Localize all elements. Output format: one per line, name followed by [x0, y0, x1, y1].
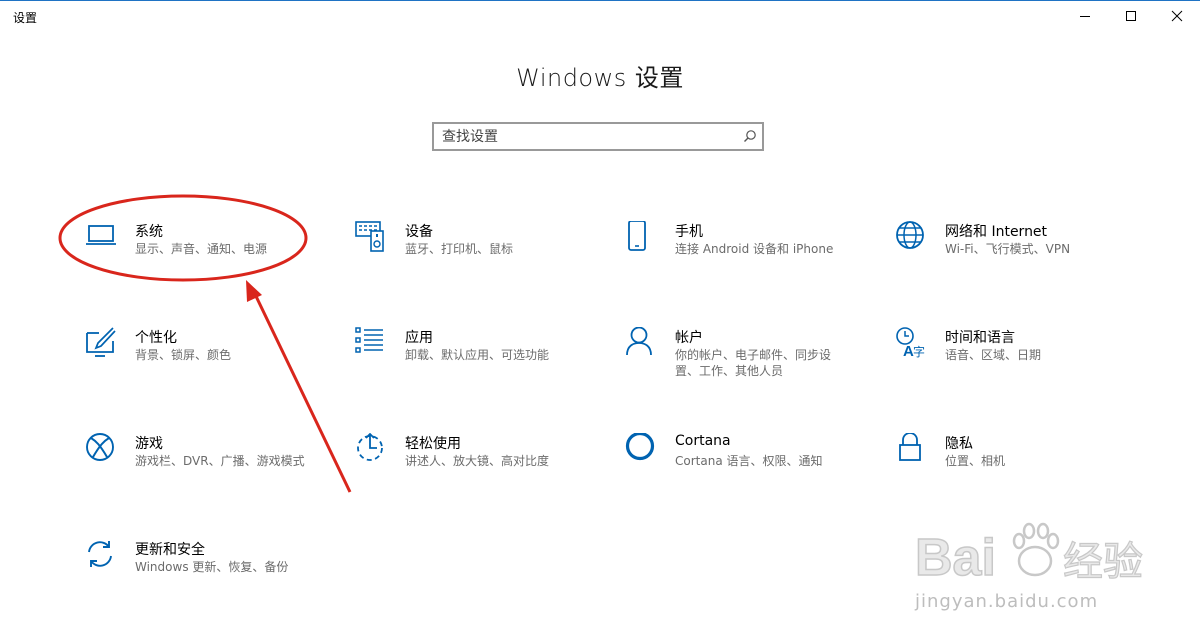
category-update-security[interactable]: 更新和安全 Windows 更新、恢复、备份 [85, 539, 335, 619]
category-gaming[interactable]: 游戏 游戏栏、DVR、广播、游戏模式 [85, 433, 335, 513]
category-name: 时间和语言 [945, 330, 1015, 346]
search-icon[interactable] [743, 129, 757, 143]
category-devices[interactable]: 设备 蓝牙、打印机、鼠标 [355, 221, 605, 301]
category-phone[interactable]: 手机 连接 Android 设备和 iPhone [625, 221, 875, 301]
category-desc: 你的帐户、电子邮件、同步设置、工作、其他人员 [675, 348, 832, 378]
phone-icon [625, 221, 661, 257]
cortana-icon [625, 433, 661, 469]
category-desc: 连接 Android 设备和 iPhone [675, 242, 834, 256]
baidu-watermark: Bai 经验 jingyan.baidu.com [914, 505, 1195, 635]
title-bar[interactable]: 设置 [0, 1, 1200, 31]
time-language-icon: A 字 [895, 327, 931, 363]
category-apps[interactable]: 应用 卸载、默认应用、可选功能 [355, 327, 605, 407]
svg-text:字: 字 [913, 344, 925, 359]
category-name: 个性化 [135, 330, 177, 346]
category-desc: 位置、相机 [945, 454, 1006, 468]
category-desc: 游戏栏、DVR、广播、游戏模式 [135, 454, 305, 468]
close-icon [1171, 10, 1183, 22]
category-desc: 讲述人、放大镜、高对比度 [405, 454, 550, 468]
category-desc: 背景、锁屏、颜色 [135, 348, 232, 362]
category-desc: 蓝牙、打印机、鼠标 [405, 242, 514, 256]
svg-text:经验: 经验 [1063, 539, 1143, 585]
category-personalization[interactable]: 个性化 背景、锁屏、颜色 [85, 327, 335, 407]
page-title: Windows 设置 [516, 64, 684, 92]
category-desc: 显示、声音、通知、电源 [135, 242, 268, 256]
sync-icon [85, 539, 121, 575]
personalization-icon [85, 327, 121, 363]
category-name: 网络和 Internet [945, 224, 1048, 240]
category-desc: 语音、区域、日期 [945, 348, 1042, 362]
close-button[interactable] [1154, 1, 1200, 31]
xbox-icon [85, 433, 121, 469]
baidu-paw-logo: Bai 经验 [914, 522, 1144, 588]
watermark-url: jingyan.baidu.com [915, 591, 1099, 612]
category-name: Cortana [675, 433, 731, 449]
maximize-button[interactable] [1108, 1, 1154, 31]
category-network[interactable]: 网络和 Internet Wi-Fi、飞行模式、VPN [895, 221, 1145, 301]
category-cortana[interactable]: Cortana Cortana 语言、权限、通知 [625, 433, 875, 513]
category-name: 手机 [675, 224, 703, 240]
category-name: 帐户 [675, 330, 703, 346]
minimize-icon [1080, 16, 1090, 17]
category-name: 轻松使用 [405, 436, 461, 452]
ease-of-access-icon [355, 433, 391, 469]
category-name: 隐私 [945, 436, 973, 452]
globe-icon [895, 221, 931, 257]
minimize-button[interactable] [1062, 1, 1108, 31]
search-box[interactable] [432, 122, 764, 151]
search-input[interactable] [442, 127, 732, 147]
maximize-icon [1126, 11, 1136, 21]
category-privacy[interactable]: 隐私 位置、相机 [895, 433, 1145, 513]
apps-list-icon [355, 327, 391, 363]
category-desc: Wi-Fi、飞行模式、VPN [945, 242, 1071, 256]
category-name: 游戏 [135, 436, 163, 452]
category-accounts[interactable]: 帐户 你的帐户、电子邮件、同步设置、工作、其他人员 [625, 327, 875, 407]
app-title: 设置 [13, 11, 38, 25]
category-ease-of-access[interactable]: 轻松使用 讲述人、放大镜、高对比度 [355, 433, 605, 513]
category-name: 设备 [405, 224, 433, 240]
category-name: 应用 [405, 330, 433, 346]
category-time-language[interactable]: A 字 时间和语言 语音、区域、日期 [895, 327, 1145, 407]
laptop-icon [85, 221, 121, 257]
category-name: 系统 [135, 224, 163, 240]
svg-text:Bai: Bai [915, 529, 996, 587]
category-desc: Cortana 语言、权限、通知 [675, 454, 823, 468]
category-name: 更新和安全 [135, 542, 205, 558]
lock-icon [895, 433, 931, 469]
category-desc: Windows 更新、恢复、备份 [135, 560, 289, 574]
devices-icon [355, 221, 391, 257]
category-desc: 卸载、默认应用、可选功能 [405, 348, 550, 362]
person-icon [625, 327, 661, 363]
category-system[interactable]: 系统 显示、声音、通知、电源 [85, 221, 335, 301]
